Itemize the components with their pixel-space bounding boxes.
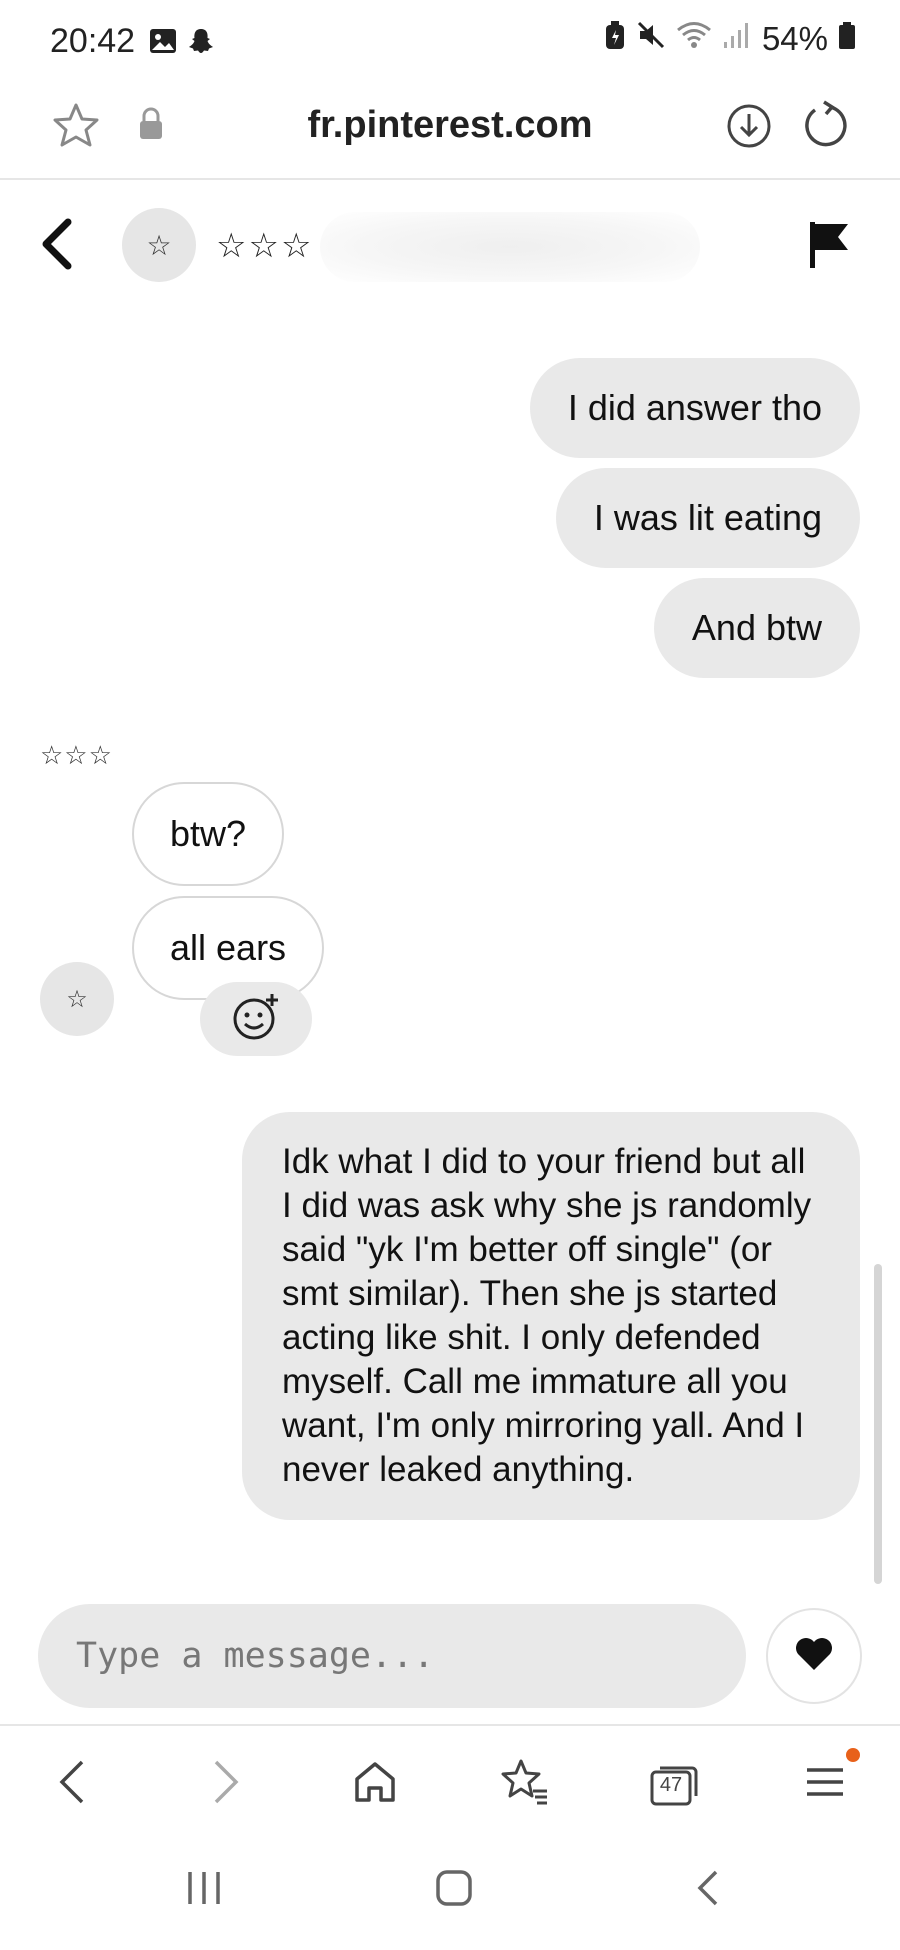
system-back-icon[interactable] (692, 1868, 724, 1913)
menu-icon (803, 1762, 847, 1807)
system-nav (0, 1840, 900, 1950)
contact-name[interactable]: ☆☆☆ (216, 226, 313, 266)
system-home-icon[interactable] (434, 1868, 474, 1913)
home-icon (351, 1758, 399, 1811)
add-reaction-icon (230, 991, 282, 1048)
scrollbar[interactable] (874, 1264, 882, 1584)
message-sent[interactable]: And btw (653, 578, 860, 678)
browser-bookmarks-button[interactable] (495, 1754, 555, 1814)
chat-header: ☆ ☆☆☆ (0, 182, 900, 312)
status-time: 20:42 (50, 22, 136, 60)
sender-avatar[interactable]: ☆ (40, 962, 114, 1036)
snapchat-icon (186, 26, 216, 61)
chevron-right-icon (210, 1758, 242, 1811)
battery-saver-icon (604, 20, 626, 58)
battery-percent: 54% (761, 20, 828, 57)
mute-icon (636, 20, 666, 58)
wifi-icon (676, 20, 712, 58)
status-right: 54% (604, 20, 856, 58)
recent-apps-icon[interactable] (184, 1868, 224, 1913)
browser-home-button[interactable] (345, 1754, 405, 1814)
chevron-left-icon (56, 1758, 88, 1811)
browser-tabs-button[interactable]: 47 (644, 1754, 704, 1814)
back-arrow-icon[interactable] (36, 218, 76, 275)
contact-avatar[interactable]: ☆ (122, 208, 196, 282)
signal-icon (722, 20, 752, 58)
message-sent[interactable]: I was lit eating (555, 468, 860, 568)
add-reaction-button[interactable] (200, 982, 312, 1056)
message-composer (38, 1604, 746, 1708)
bookmarks-star-icon (499, 1757, 551, 1812)
tab-count: 47 (659, 1774, 683, 1796)
flag-icon[interactable] (806, 220, 850, 275)
heart-icon (794, 1636, 834, 1677)
sender-name: ☆☆☆ (40, 740, 113, 770)
tabs-icon: 47 (648, 1760, 700, 1808)
browser-forward-button[interactable] (196, 1754, 256, 1814)
battery-icon (838, 20, 856, 58)
status-bar: 20:42 54% (0, 0, 900, 84)
blurred-name-area (320, 212, 700, 282)
message-received[interactable]: btw? (132, 782, 285, 886)
reload-icon[interactable] (800, 100, 850, 157)
message-input[interactable] (76, 1604, 716, 1708)
download-icon[interactable] (726, 100, 772, 157)
browser-back-button[interactable] (42, 1754, 102, 1814)
browser-menu-button[interactable] (795, 1754, 855, 1814)
message-sent-long[interactable]: Idk what I did to your friend but all I … (242, 1112, 860, 1520)
menu-notification-dot (846, 1748, 860, 1762)
like-button[interactable] (766, 1608, 862, 1704)
browser-url-bar: fr.pinterest.com (0, 84, 900, 180)
gallery-icon (148, 26, 178, 61)
browser-nav: 47 (0, 1724, 900, 1840)
message-sent[interactable]: I did answer tho (529, 358, 860, 458)
